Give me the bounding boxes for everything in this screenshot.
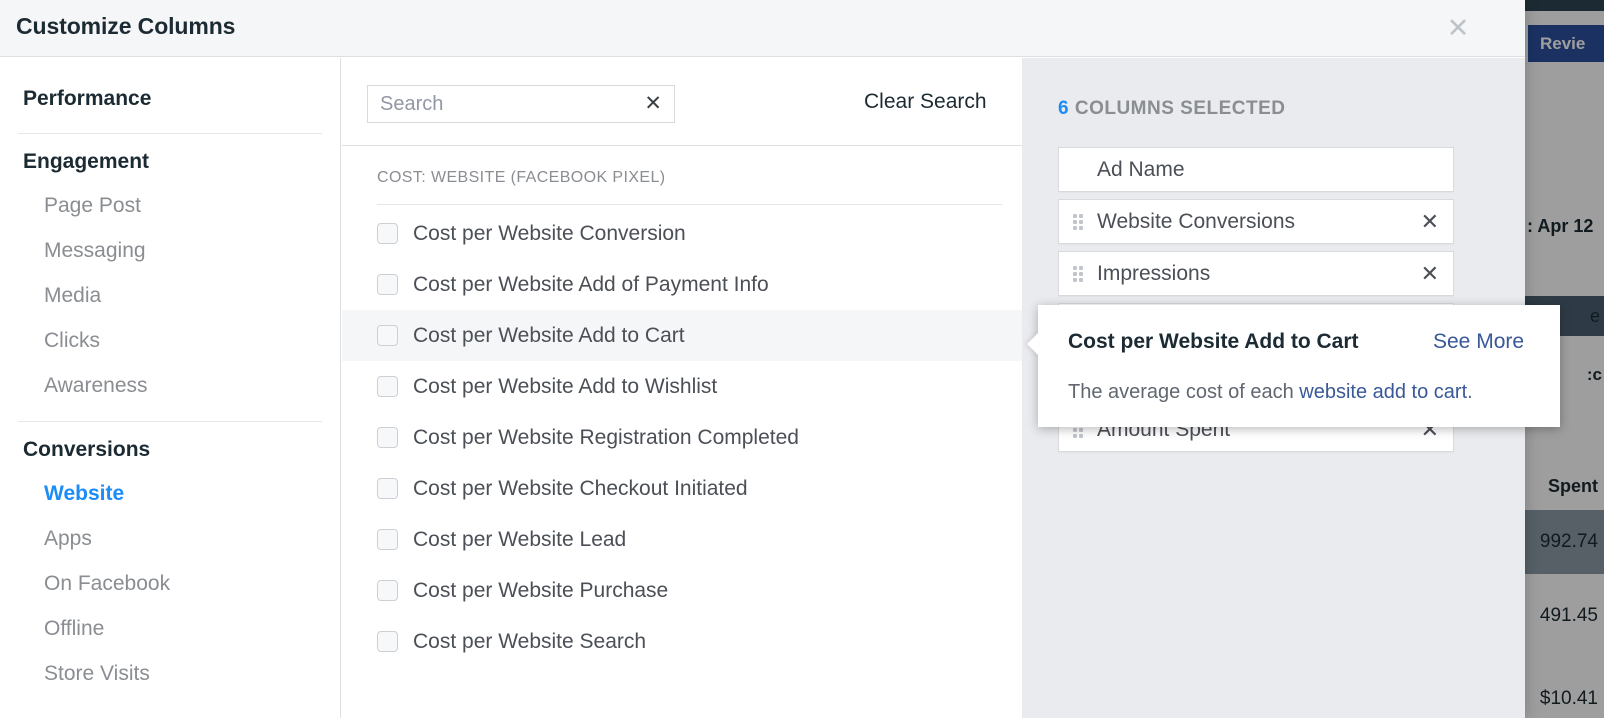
checkbox-icon[interactable]	[377, 478, 398, 499]
sidebar-item-awareness[interactable]: Awareness	[0, 363, 340, 408]
remove-column-icon[interactable]: ✕	[1421, 261, 1439, 286]
selected-column-label: Ad Name	[1097, 157, 1185, 181]
table-cell-value: $10.41	[1539, 688, 1598, 709]
checkbox-icon[interactable]	[377, 223, 398, 244]
selected-count-suffix: COLUMNS SELECTED	[1069, 98, 1286, 119]
tooltip-body-suffix: .	[1467, 381, 1473, 403]
list-item-label: Cost per Website Lead	[413, 528, 627, 551]
sidebar-item-messaging[interactable]: Messaging	[0, 228, 340, 273]
table-cell-date: : Apr 12	[1527, 215, 1594, 236]
selected-count-number: 6	[1058, 98, 1070, 119]
checkbox-icon[interactable]	[377, 529, 398, 550]
search-box[interactable]: ✕	[367, 85, 675, 123]
remove-column-icon[interactable]: ✕	[1421, 209, 1439, 234]
sidebar-item-on-facebook[interactable]: On Facebook	[0, 561, 340, 606]
search-bar: ✕ Clear Search	[342, 58, 1022, 146]
sidebar-divider	[18, 133, 322, 134]
customize-columns-modal: Customize Columns ✕ Performance Engagemen…	[0, 0, 1560, 718]
selected-column-item[interactable]: Ad Name	[1058, 147, 1454, 192]
sidebar-item-clicks[interactable]: Clicks	[0, 318, 340, 363]
review-button[interactable]: Revie	[1528, 25, 1604, 62]
drag-handle-icon[interactable]	[1073, 213, 1085, 230]
selected-column-item[interactable]: Website Conversions ✕	[1058, 199, 1454, 244]
table-cell-value: 491.45	[1539, 605, 1598, 626]
clear-icon[interactable]: ✕	[644, 93, 662, 115]
sidebar-item-offline[interactable]: Offline	[0, 606, 340, 651]
sidebar-item-store-visits[interactable]: Store Visits	[0, 651, 340, 696]
checkbox-icon[interactable]	[377, 274, 398, 295]
sidebar-group-title: Conversions	[23, 438, 151, 461]
sidebar-item-apps[interactable]: Apps	[0, 516, 340, 561]
option-list: Cost per Website Conversion Cost per Webs…	[342, 208, 1022, 718]
column-list-panel: ✕ Clear Search COST: WEBSITE (FACEBOOK P…	[342, 58, 1022, 718]
tooltip-body-prefix: The average cost of each	[1068, 381, 1300, 403]
list-item-label: Cost per Website Add to Wishlist	[413, 375, 718, 398]
selected-count-label: 6 COLUMNS SELECTED	[1058, 98, 1286, 120]
section-label: COST: WEBSITE (FACEBOOK PIXEL)	[377, 169, 666, 186]
list-item[interactable]: Cost per Website Add to Wishlist	[342, 361, 1022, 412]
search-input[interactable]	[368, 86, 618, 122]
list-item-label: Cost per Website Checkout Initiated	[413, 477, 748, 500]
metric-tooltip: Cost per Website Add to Cart See More Th…	[1027, 305, 1560, 427]
checkbox-icon[interactable]	[377, 427, 398, 448]
sidebar-divider	[18, 421, 322, 422]
checkbox-icon[interactable]	[377, 376, 398, 397]
clear-search-link[interactable]: Clear Search	[864, 90, 987, 114]
list-item[interactable]: Cost per Website Lead	[342, 514, 1022, 565]
selected-column-label: Website Conversions	[1097, 209, 1296, 233]
list-item[interactable]: Cost per Website Checkout Initiated	[342, 463, 1022, 514]
tooltip-arrow-icon	[1027, 332, 1039, 356]
table-header-spent: Spent	[1547, 475, 1598, 496]
checkbox-icon[interactable]	[377, 580, 398, 601]
table-cell-value: 992.74	[1539, 531, 1598, 552]
see-more-link[interactable]: See More	[1433, 330, 1524, 354]
list-item-label: Cost per Website Search	[413, 630, 647, 653]
page-title: Customize Columns	[16, 13, 236, 39]
sidebar: Performance Engagement Page Post Messaging M…	[0, 58, 341, 718]
list-item[interactable]: Cost per Website Purchase	[342, 565, 1022, 616]
sidebar-group-title: Engagement	[23, 150, 150, 173]
checkbox-icon[interactable]	[377, 631, 398, 652]
sidebar-group-title: Performance	[23, 87, 152, 110]
list-item-label: Cost per Website Add to Cart	[413, 324, 685, 347]
sidebar-item-media[interactable]: Media	[0, 273, 340, 318]
tooltip-body-link[interactable]: website add to cart	[1299, 381, 1467, 403]
selected-column-item[interactable]: Impressions ✕	[1058, 251, 1454, 296]
checkbox-icon[interactable]	[377, 325, 398, 346]
list-item[interactable]: Cost per Website Add to Cart	[342, 310, 1022, 361]
tooltip-description: The average cost of each website add to …	[1068, 381, 1473, 404]
tooltip-title: Cost per Website Add to Cart	[1068, 330, 1359, 353]
list-item-label: Cost per Website Conversion	[413, 222, 686, 245]
list-item[interactable]: Cost per Website Conversion	[342, 208, 1022, 259]
list-item-label: Cost per Website Registration Completed	[413, 426, 799, 449]
list-item-label: Cost per Website Add of Payment Info	[413, 273, 769, 296]
list-item[interactable]: Cost per Website Search	[342, 616, 1022, 667]
list-item-label: Cost per Website Purchase	[413, 579, 669, 602]
section-divider	[377, 204, 1002, 205]
selected-column-label: Impressions	[1097, 261, 1211, 285]
sidebar-item-page-post[interactable]: Page Post	[0, 183, 340, 228]
list-item[interactable]: Cost per Website Registration Completed	[342, 412, 1022, 463]
drag-handle-icon[interactable]	[1073, 265, 1085, 282]
list-item[interactable]: Cost per Website Add of Payment Info	[342, 259, 1022, 310]
close-icon[interactable]: ✕	[1443, 13, 1473, 43]
sidebar-item-website[interactable]: Website	[0, 471, 340, 516]
